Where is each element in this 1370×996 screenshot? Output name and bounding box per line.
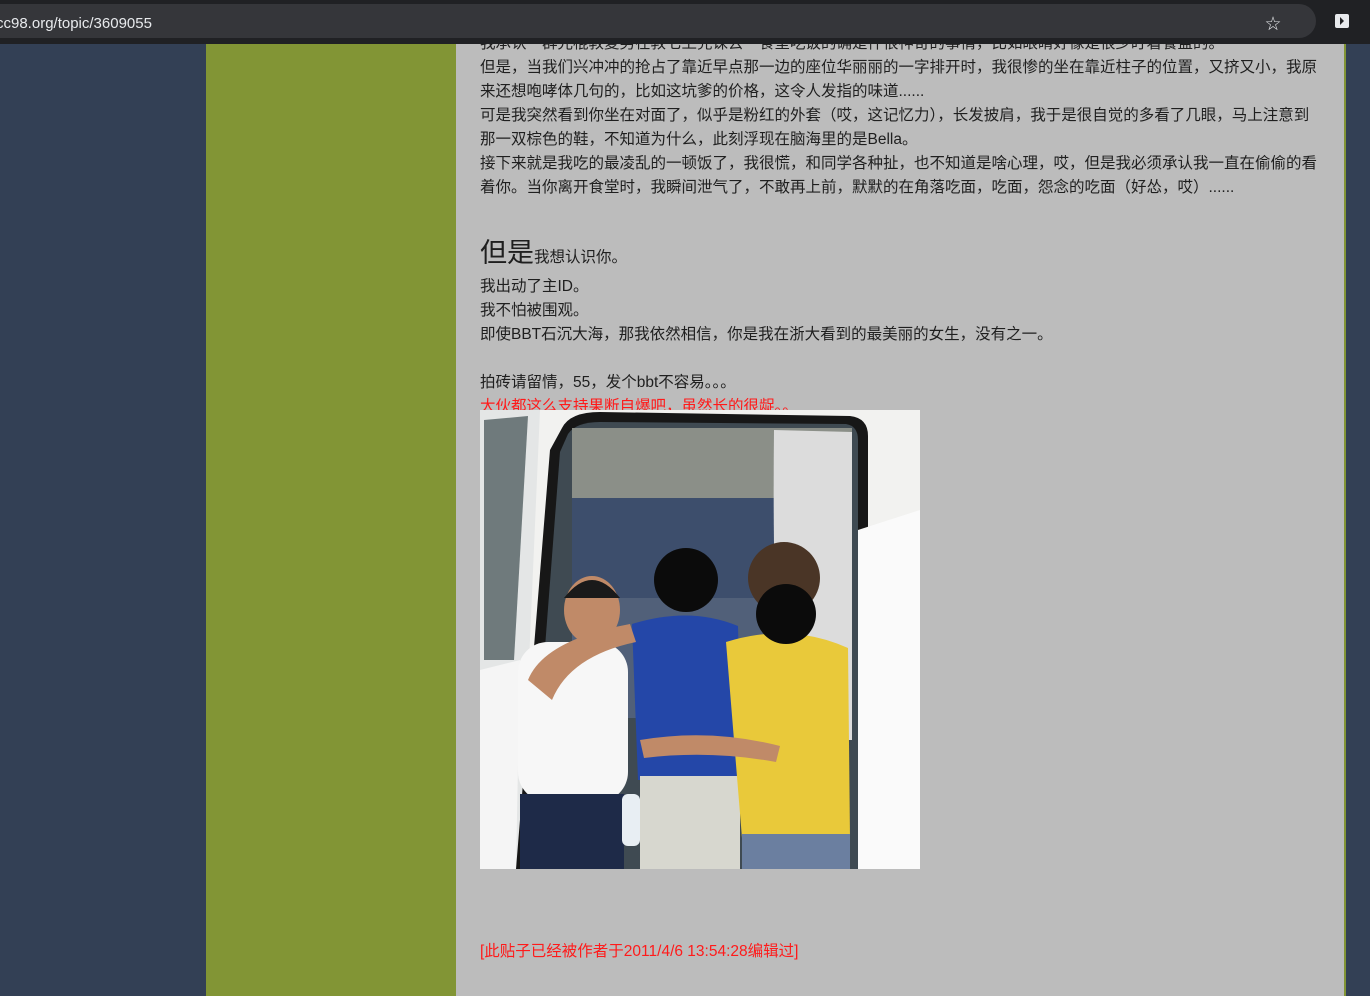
browser-toolbar: ⁝ cc98.org/topic/3609055 ☆ <box>0 0 1370 44</box>
post-line: 即使BBT石沉大海，那我依然相信，你是我在浙大看到的最美丽的女生，没有之一。 <box>480 326 1053 343</box>
star-icon[interactable]: ☆ <box>1262 14 1284 36</box>
big-word: 但是 <box>480 238 534 268</box>
post-line: 接下来就是我吃的最凌乱的一顿饭了，我很慌，和同学各种扯，也不知道是啥心理，哎，但… <box>480 155 1318 196</box>
extension-icon[interactable] <box>1333 12 1351 30</box>
post-line: 我出动了主ID。 <box>480 278 589 295</box>
post-line: 但是，当我们兴冲冲的抢占了靠近早点那一边的座位华丽丽的一字排开时，我很惨的坐在靠… <box>480 59 1318 100</box>
post-line: 我承认一群光棍教复男在教七上完课去一食堂吃饭的确是件很神奇的事情，比如眼睛好像是… <box>480 44 1320 56</box>
post-body: 我承认一群光棍教复男在教七上完课去一食堂吃饭的确是件很神奇的事情，比如眼睛好像是… <box>480 44 1320 419</box>
post-content-panel: 我承认一群光棍教复男在教七上完课去一食堂吃饭的确是件很神奇的事情，比如眼睛好像是… <box>456 44 1344 996</box>
big-rest: 我想认识你。 <box>534 249 628 266</box>
post-heading-line: 但是我想认识你。 <box>480 236 1320 275</box>
post-line: 拍砖请留情，55，发个bbt不容易。。。 <box>480 374 736 391</box>
edit-note: [此贴子已经被作者于2011/4/6 13:54:28编辑过] <box>480 943 799 960</box>
post-line: 我不怕被围观。 <box>480 302 589 319</box>
url-text[interactable]: cc98.org/topic/3609055 <box>0 14 152 34</box>
post-photo[interactable] <box>480 410 920 869</box>
page-background-right <box>1344 44 1370 996</box>
forum-sidebar <box>206 44 456 996</box>
address-bar[interactable]: ⁝ cc98.org/topic/3609055 ☆ <box>0 4 1316 38</box>
page-background <box>0 44 206 996</box>
post-line: 可是我突然看到你坐在对面了，似乎是粉红的外套（哎，这记忆力），长发披肩，我于是很… <box>480 107 1310 148</box>
